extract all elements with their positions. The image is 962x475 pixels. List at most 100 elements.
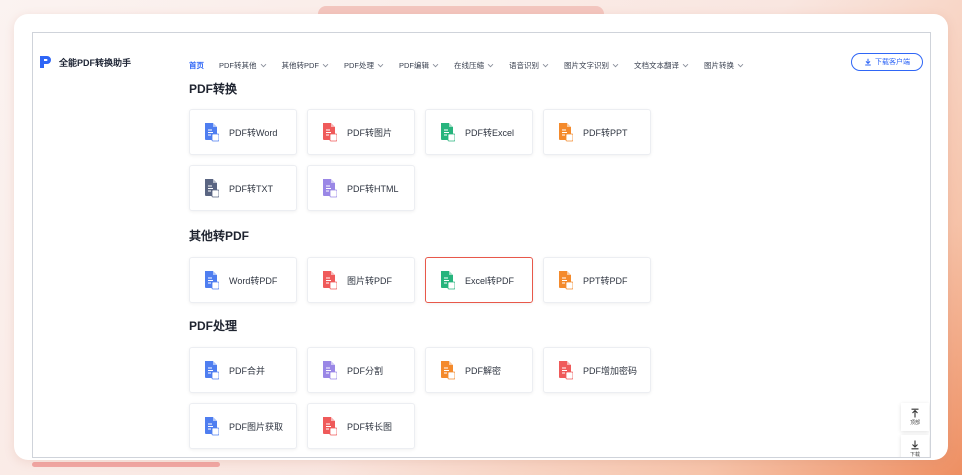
- brand-name: 全能PDF转换助手: [59, 57, 132, 68]
- nav-item-label: 在线压缩: [454, 60, 484, 70]
- chevron-down-icon: [487, 63, 494, 67]
- chevron-down-icon: [612, 63, 619, 67]
- app-window: 全能PDF转换助手 首页 PDF转其他 其他转PDF PDF处理 PDF编辑 在线压缩 语音…: [14, 14, 948, 460]
- back-to-top-button[interactable]: 顶部: [901, 403, 929, 431]
- tool-card-pdf-extract-images[interactable]: PDF图片获取: [189, 403, 297, 449]
- nav-item-label: 文档文本翻译: [634, 60, 679, 70]
- nav-item-label: 图片文字识别: [564, 60, 609, 70]
- tool-label: PDF解密: [465, 365, 502, 376]
- tool-label: PDF转Word: [229, 127, 278, 138]
- brand-logo-icon: [40, 56, 51, 68]
- tool-card-pdf-to-txt[interactable]: PDF转TXT: [189, 165, 297, 211]
- chevron-down-icon: [682, 63, 689, 67]
- tool-label: PDF转图片: [347, 127, 393, 138]
- tool-label: PDF转TXT: [229, 183, 273, 194]
- chevron-down-icon: [260, 63, 266, 67]
- word-to-pdf-icon: [205, 271, 219, 290]
- tool-card-pdf-to-html[interactable]: PDF转HTML: [307, 165, 415, 211]
- tool-label: PPT转PDF: [583, 275, 628, 286]
- back-to-top-label: 顶部: [909, 420, 920, 426]
- nav-item-label: 图片转换: [704, 60, 734, 70]
- tool-label: 图片转PDF: [347, 275, 393, 286]
- brand[interactable]: 全能PDF转换助手: [39, 55, 131, 69]
- tool-label: Word转PDF: [229, 275, 278, 286]
- tool-label: PDF转Excel: [465, 127, 515, 138]
- tool-grid-pdf-convert: PDF转Word PDF转图片 PDF转Excel PDF转PPT PDF转TXT PDF…: [189, 109, 774, 221]
- tool-label: PDF转长图: [347, 421, 393, 432]
- pdf-merge-icon: [205, 361, 219, 380]
- pdf-to-txt-icon: [205, 179, 219, 198]
- tool-card-pdf-to-excel[interactable]: PDF转Excel: [425, 109, 533, 155]
- pdf-add-password-icon: [559, 361, 573, 380]
- pdf-extract-images-icon: [205, 417, 219, 436]
- nav-item-9[interactable]: 图片转换: [704, 60, 744, 71]
- tool-card-pdf-split[interactable]: PDF分割: [307, 347, 415, 393]
- tool-card-word-to-pdf[interactable]: Word转PDF: [189, 257, 297, 303]
- nav-item-6[interactable]: 语音识别: [509, 60, 549, 71]
- nav-item-label: PDF编辑: [399, 60, 429, 70]
- tool-card-pdf-to-image[interactable]: PDF转图片: [307, 109, 415, 155]
- tool-label: PDF转HTML: [347, 183, 399, 194]
- arrow-down-icon: [911, 440, 919, 450]
- tool-label: PDF分割: [347, 365, 384, 376]
- download-float-button[interactable]: 下载: [901, 435, 929, 458]
- nav-item-5[interactable]: 在线压缩: [454, 60, 494, 71]
- top-header: 全能PDF转换助手 首页 PDF转其他 其他转PDF PDF处理 PDF编辑 在线压缩 语音…: [33, 33, 930, 89]
- page-frame: 全能PDF转换助手 首页 PDF转其他 其他转PDF PDF处理 PDF编辑 在线压缩 语音…: [32, 32, 931, 458]
- pdf-to-excel-icon: [441, 123, 455, 142]
- section-title-to-pdf: 其他转PDF: [189, 229, 250, 243]
- tool-label: PDF图片获取: [229, 421, 284, 432]
- chevron-down-icon: [432, 63, 439, 67]
- excel-to-pdf-icon: [441, 271, 455, 290]
- nav-item-7[interactable]: 图片文字识别: [564, 60, 619, 71]
- main-nav: 首页 PDF转其他 其他转PDF PDF处理 PDF编辑 在线压缩 语音识别 图片文字识别 文档…: [189, 57, 759, 73]
- tool-label: Excel转PDF: [465, 275, 515, 286]
- tool-card-excel-to-pdf[interactable]: Excel转PDF: [425, 257, 533, 303]
- chevron-down-icon: [737, 63, 744, 67]
- tool-label: PDF转PPT: [583, 127, 628, 138]
- nav-item-1[interactable]: PDF转其他: [219, 60, 267, 71]
- pdf-split-icon: [323, 361, 337, 380]
- pdf-to-ppt-icon: [559, 123, 573, 142]
- nav-item-3[interactable]: PDF处理: [344, 60, 384, 71]
- tool-card-pdf-to-word[interactable]: PDF转Word: [189, 109, 297, 155]
- tool-card-pdf-add-password[interactable]: PDF增加密码: [543, 347, 651, 393]
- arrow-up-icon: [911, 408, 919, 418]
- chevron-down-icon: [322, 63, 329, 67]
- nav-item-0[interactable]: 首页: [189, 60, 204, 71]
- pdf-to-image-icon: [323, 123, 337, 142]
- tool-card-image-to-pdf[interactable]: 图片转PDF: [307, 257, 415, 303]
- nav-item-label: PDF处理: [344, 60, 374, 70]
- background-decoration-strip: [32, 462, 220, 467]
- chevron-down-icon: [542, 63, 549, 67]
- ppt-to-pdf-icon: [559, 271, 573, 290]
- download-client-label: 下载客户端: [875, 59, 910, 66]
- tool-grid-to-pdf: Word转PDF 图片转PDF Excel转PDF PPT转PDF: [189, 257, 774, 313]
- image-to-pdf-icon: [323, 271, 337, 290]
- nav-item-label: 语音识别: [509, 60, 539, 70]
- tool-card-pdf-to-ppt[interactable]: PDF转PPT: [543, 109, 651, 155]
- nav-item-label: 首页: [189, 60, 204, 70]
- nav-item-2[interactable]: 其他转PDF: [282, 60, 330, 71]
- tool-card-pdf-to-long-image[interactable]: PDF转长图: [307, 403, 415, 449]
- tool-label: PDF增加密码: [583, 365, 638, 376]
- nav-item-label: PDF转其他: [219, 60, 257, 70]
- chevron-down-icon: [377, 63, 384, 67]
- tool-grid-pdf-process: PDF合并 PDF分割 PDF解密 PDF增加密码 PDF图片获取 PDF转长图: [189, 347, 774, 457]
- pdf-to-html-icon: [323, 179, 337, 198]
- pdf-decrypt-icon: [441, 361, 455, 380]
- pdf-to-long-image-icon: [323, 417, 337, 436]
- pdf-to-word-icon: [205, 123, 219, 142]
- tool-label: PDF合并: [229, 365, 266, 376]
- download-float-label: 下载: [909, 452, 920, 458]
- section-title-pdf-process: PDF处理: [189, 319, 238, 333]
- nav-item-8[interactable]: 文档文本翻译: [634, 60, 689, 71]
- nav-item-label: 其他转PDF: [281, 60, 320, 70]
- tool-card-pdf-merge[interactable]: PDF合并: [189, 347, 297, 393]
- download-client-button[interactable]: 下载客户端: [851, 53, 923, 71]
- section-title-pdf-convert: PDF转换: [189, 82, 238, 96]
- tool-card-pdf-decrypt[interactable]: PDF解密: [425, 347, 533, 393]
- tool-card-ppt-to-pdf[interactable]: PPT转PDF: [543, 257, 651, 303]
- download-icon: [865, 58, 871, 66]
- nav-item-4[interactable]: PDF编辑: [399, 60, 439, 71]
